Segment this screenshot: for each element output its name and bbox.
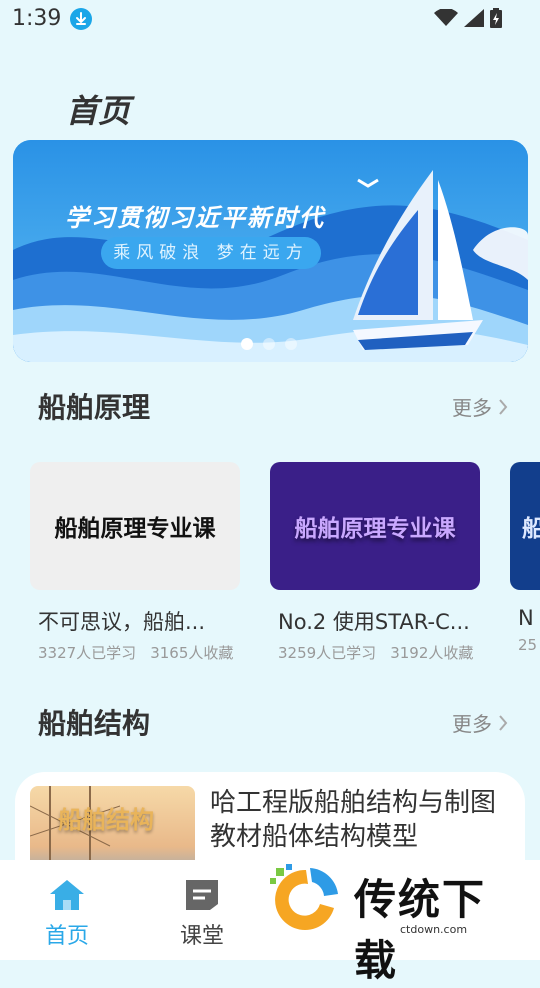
tab-home-label: 首页 [44,924,89,949]
carousel-dot-active [241,338,253,350]
signal-icon [464,9,484,27]
chevron-right-icon [499,398,508,415]
course-cover-text: 船舶原理专业课 [294,516,456,542]
banner-headline: 学习贯彻习近平新时代 [65,204,325,232]
learner-count: 3327人已学习 [38,644,137,662]
favorite-count: 3192人收藏 [390,644,474,662]
watermark-url: ctdown.com [400,923,468,936]
carousel-dot [263,338,275,350]
carousel-dot [285,338,297,350]
tab-classroom-label: 课堂 [179,924,224,949]
section-title: 船舶原理 [38,391,151,424]
tab-classroom[interactable]: 课堂 [162,878,242,950]
course-cover-text: 船舶原理专业课 [54,516,216,542]
course-cover: 船舶原理专业课 [270,462,480,590]
banner-carousel[interactable]: 学习贯彻习近平新时代 乘风破浪 梦在远方 [13,140,528,362]
section-title: 船舶结构 [38,707,151,740]
download-icon [70,8,92,30]
section-header-ship-structure: 船舶结构 更多 [38,702,508,742]
carousel-indicator [241,338,297,350]
watermark: 传统下载 ctdown.com [268,864,518,985]
course-title: 不可思议，船舶... [38,610,206,634]
course-cover: 船舶原理专业课 [30,462,240,590]
course-title: No.2 使用STAR-C... [278,610,470,634]
favorite-count: 3165人收藏 [150,644,234,662]
status-bar: 1:39 [0,0,540,38]
course-card[interactable]: 船舶原理专业课 不可思议，船舶... 3327人已学习 3165人收藏 [30,462,240,663]
section-header-ship-principles: 船舶原理 更多 [38,386,508,426]
course-stats: 3259人已学习 3192人收藏 [278,642,480,663]
more-label: 更多 [452,712,492,736]
course-title: N [518,606,534,630]
learner-count: 25 [518,636,538,654]
page-title: 首页 [66,92,131,130]
battery-icon [490,8,502,28]
course-stats: 25 [518,636,540,654]
home-icon [50,880,84,910]
course-card[interactable]: 船舶原理专业课 No.2 使用STAR-C... 3259人已学习 3192人收藏 [270,462,480,663]
more-label: 更多 [452,396,492,420]
watermark-logo [270,864,338,930]
banner-subline: 乘风破浪 梦在远方 [101,237,321,269]
course-cover: 船 [510,462,540,590]
course-cover-text: 船舶结构 [58,806,154,834]
clock: 1:39 [12,6,62,31]
course-cover-text: 船 [522,516,540,542]
more-link[interactable]: 更多 [452,392,508,421]
more-link[interactable]: 更多 [452,708,508,737]
classroom-icon [186,880,218,910]
chevron-right-icon [499,714,508,731]
course-card[interactable]: 船 N 25 [510,462,540,654]
wifi-icon [434,9,458,26]
tab-home[interactable]: 首页 [27,878,107,950]
course-title: 哈工程版船舶结构与制图教材船体结构模型 [210,788,497,852]
system-icons [434,8,502,28]
course-stats: 3327人已学习 3165人收藏 [38,642,240,663]
learner-count: 3259人已学习 [278,644,377,662]
